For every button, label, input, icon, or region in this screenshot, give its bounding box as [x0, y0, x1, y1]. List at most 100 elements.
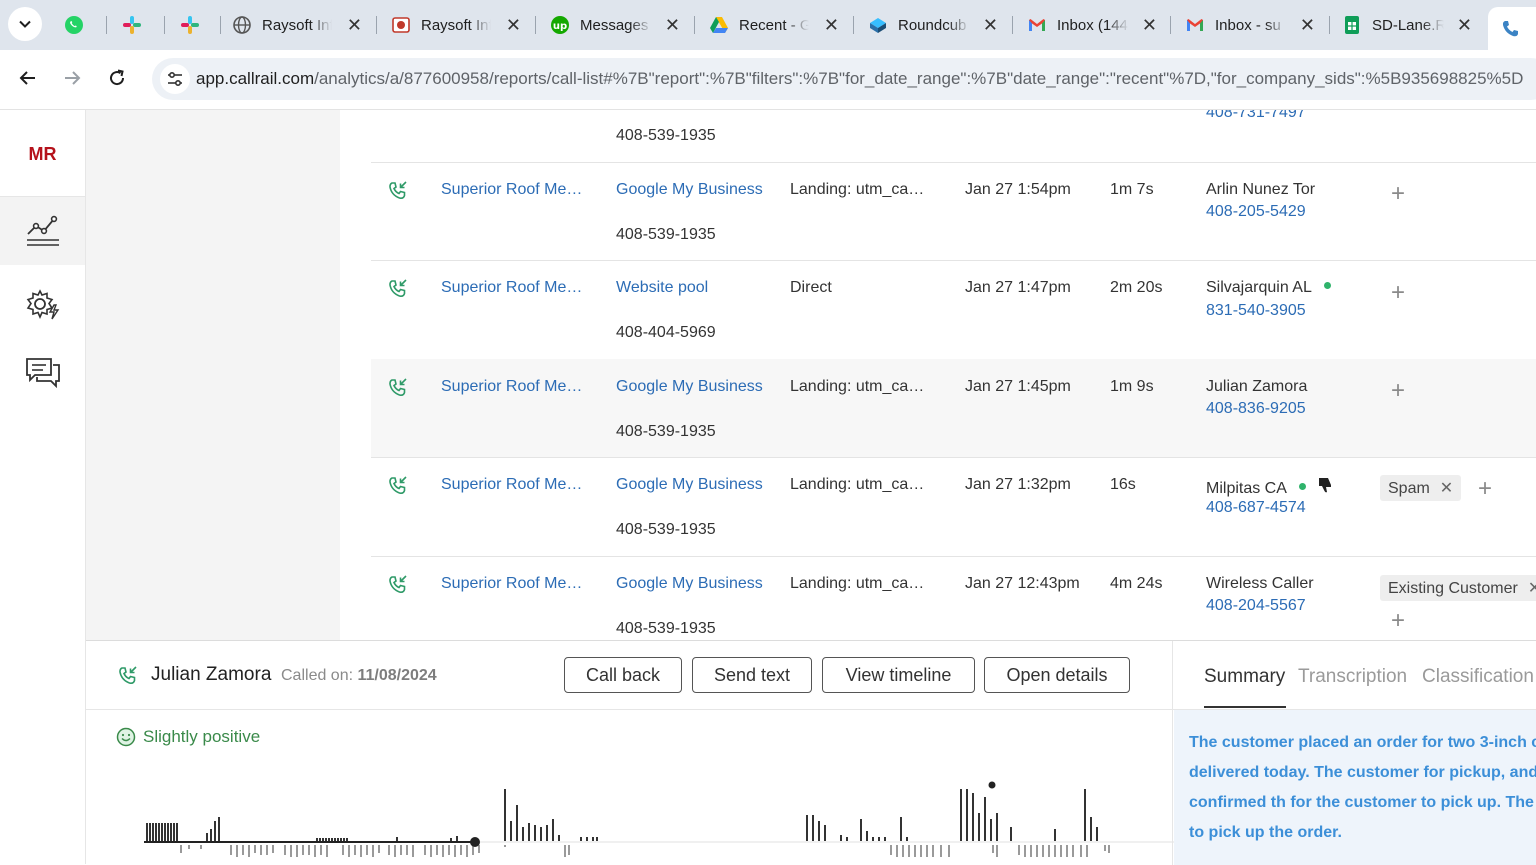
browser-tab-inbox-1[interactable]: Inbox (144 ✕ [1027, 7, 1157, 43]
table-row[interactable]: Superior Roof Me… Google My Business 408… [371, 457, 1536, 557]
close-tab-icon[interactable]: ✕ [1142, 16, 1157, 34]
caller-name: Silvajarquin AL [1206, 279, 1331, 297]
browser-tab-slack-2[interactable] [180, 7, 210, 43]
audio-waveform-player[interactable] [144, 781, 1174, 865]
rail-item-analytics[interactable] [0, 197, 85, 265]
company-link[interactable]: Superior Roof Me… [441, 279, 582, 297]
caller-phone-link[interactable]: 831-540-3905 [1206, 302, 1306, 320]
waveform-bar [920, 845, 922, 857]
tab-title: Roundcub [898, 16, 970, 34]
browser-tab-callrail-active[interactable] [1488, 7, 1536, 50]
tab-classification[interactable]: Classification [1422, 666, 1534, 688]
table-row[interactable]: 408-539-1935 408-731-7497 [371, 110, 1536, 163]
browser-tab-raysoft-2[interactable]: Raysoft Inf ✕ [391, 7, 521, 43]
slack-icon [122, 15, 142, 35]
back-button[interactable] [10, 60, 46, 96]
account-initials[interactable]: MR [0, 144, 85, 165]
browser-tab-google-drive[interactable]: Recent - G ✕ [709, 7, 839, 43]
company-link[interactable]: Superior Roof Me… [441, 575, 582, 593]
remove-tag-icon[interactable]: ✕ [1528, 580, 1536, 597]
caller-name: Wireless Caller [1206, 575, 1314, 592]
source-link[interactable]: Google My Business [616, 181, 763, 199]
table-row[interactable]: Superior Roof Me… Google My Business 408… [371, 162, 1536, 261]
url-path: /analytics/a/877600958/reports/call-list… [314, 69, 1524, 88]
browser-tab-sd-lane[interactable]: SD-Lane.R ✕ [1342, 7, 1472, 43]
waveform-bar [1018, 845, 1020, 855]
forward-button[interactable] [54, 60, 90, 96]
view-timeline-button[interactable]: View timeline [822, 657, 975, 693]
call-back-button[interactable]: Call back [564, 657, 682, 693]
send-text-button[interactable]: Send text [692, 657, 812, 693]
table-row[interactable]: Superior Roof Me… Google My Business 408… [371, 556, 1536, 640]
add-tag-button[interactable]: + [1478, 475, 1492, 503]
browser-tab-inbox-2[interactable]: Inbox - su ✕ [1185, 7, 1315, 43]
source-link[interactable]: Google My Business [616, 476, 763, 494]
tab-transcription[interactable]: Transcription [1298, 666, 1407, 688]
waveform-marker [988, 781, 996, 789]
add-tag-button[interactable]: + [1391, 377, 1405, 405]
add-tag-button[interactable]: + [1391, 279, 1405, 307]
caller-phone-link[interactable]: 408-205-5429 [1206, 203, 1306, 221]
add-tag-button[interactable]: + [1391, 607, 1405, 635]
tab-search-button[interactable] [8, 7, 42, 41]
browser-tab-raysoft-1[interactable]: Raysoft Inf ✕ [232, 7, 362, 43]
browser-tab-messages[interactable]: up Messages ✕ [550, 7, 680, 43]
waveform-bar [400, 845, 402, 855]
playhead-handle[interactable] [470, 837, 480, 847]
waveform-bar [337, 838, 339, 841]
browser-tab-whatsapp[interactable] [64, 7, 94, 43]
add-tag-button[interactable]: + [1391, 180, 1405, 208]
waveform-bar [558, 835, 560, 841]
waveform-bar [902, 845, 904, 857]
source-link[interactable]: Website pool [616, 279, 708, 297]
company-link[interactable]: Superior Roof Me… [441, 378, 582, 396]
waveform-bar [478, 845, 480, 853]
url-host: app.callrail.com [196, 69, 315, 88]
browser-tab-strip: Raysoft Inf ✕ Raysoft Inf ✕ up Messages … [0, 0, 1536, 50]
thumbs-down-icon[interactable] [1316, 476, 1334, 494]
source-link[interactable]: Google My Business [616, 575, 763, 593]
rail-item-conversations[interactable] [0, 338, 85, 406]
table-row[interactable]: Superior Roof Me… Website pool 408-404-5… [371, 260, 1536, 360]
tab-summary[interactable]: Summary [1204, 666, 1285, 688]
company-link[interactable]: Superior Roof Me… [441, 181, 582, 199]
whatsapp-icon [64, 15, 84, 35]
waveform-bar [812, 815, 814, 841]
close-tab-icon[interactable]: ✕ [824, 16, 839, 34]
site-info-button[interactable] [160, 64, 190, 94]
tune-icon [168, 71, 182, 87]
caller-phone-link[interactable]: 408-204-5567 [1206, 597, 1306, 615]
reload-button[interactable] [99, 60, 135, 96]
waveform-bar [978, 813, 980, 841]
waveform-bar [516, 805, 518, 841]
waveform-bar [840, 835, 842, 841]
address-bar[interactable]: app.callrail.com/analytics/a/877600958/r… [152, 58, 1536, 100]
close-tab-icon[interactable]: ✕ [1457, 16, 1472, 34]
table-row-selected[interactable]: Superior Roof Me… Google My Business 408… [371, 359, 1536, 458]
caller-phone-link[interactable]: 408-687-4574 [1206, 499, 1306, 517]
company-link[interactable]: Superior Roof Me… [441, 476, 582, 494]
source-link[interactable]: Google My Business [616, 378, 763, 396]
waveform-bar [586, 837, 588, 841]
browser-tab-slack-1[interactable] [122, 7, 152, 43]
waveform-bar [884, 837, 886, 841]
tab-title: Inbox - su [1215, 16, 1287, 34]
call-summary: The customer placed an order for two 3-i… [1174, 710, 1536, 865]
remove-tag-icon[interactable]: ✕ [1440, 480, 1453, 497]
close-tab-icon[interactable]: ✕ [1300, 16, 1315, 34]
close-tab-icon[interactable]: ✕ [347, 16, 362, 34]
browser-tab-roundcube[interactable]: Roundcub ✕ [868, 7, 998, 43]
called-on: Called on: 11/08/2024 [281, 667, 437, 685]
waveform-bar [966, 789, 968, 841]
waveform-bar [596, 837, 598, 841]
open-details-button[interactable]: Open details [984, 657, 1130, 693]
waveform-bar [155, 823, 157, 841]
waveform-bar [932, 845, 934, 857]
close-tab-icon[interactable]: ✕ [983, 16, 998, 34]
close-tab-icon[interactable]: ✕ [506, 16, 521, 34]
caller-phone-link[interactable]: 408-731-7497 [1206, 110, 1306, 122]
caller-phone-link[interactable]: 408-836-9205 [1206, 400, 1306, 418]
waveform-bar [406, 845, 408, 855]
rail-item-settings[interactable] [0, 270, 85, 338]
close-tab-icon[interactable]: ✕ [665, 16, 680, 34]
